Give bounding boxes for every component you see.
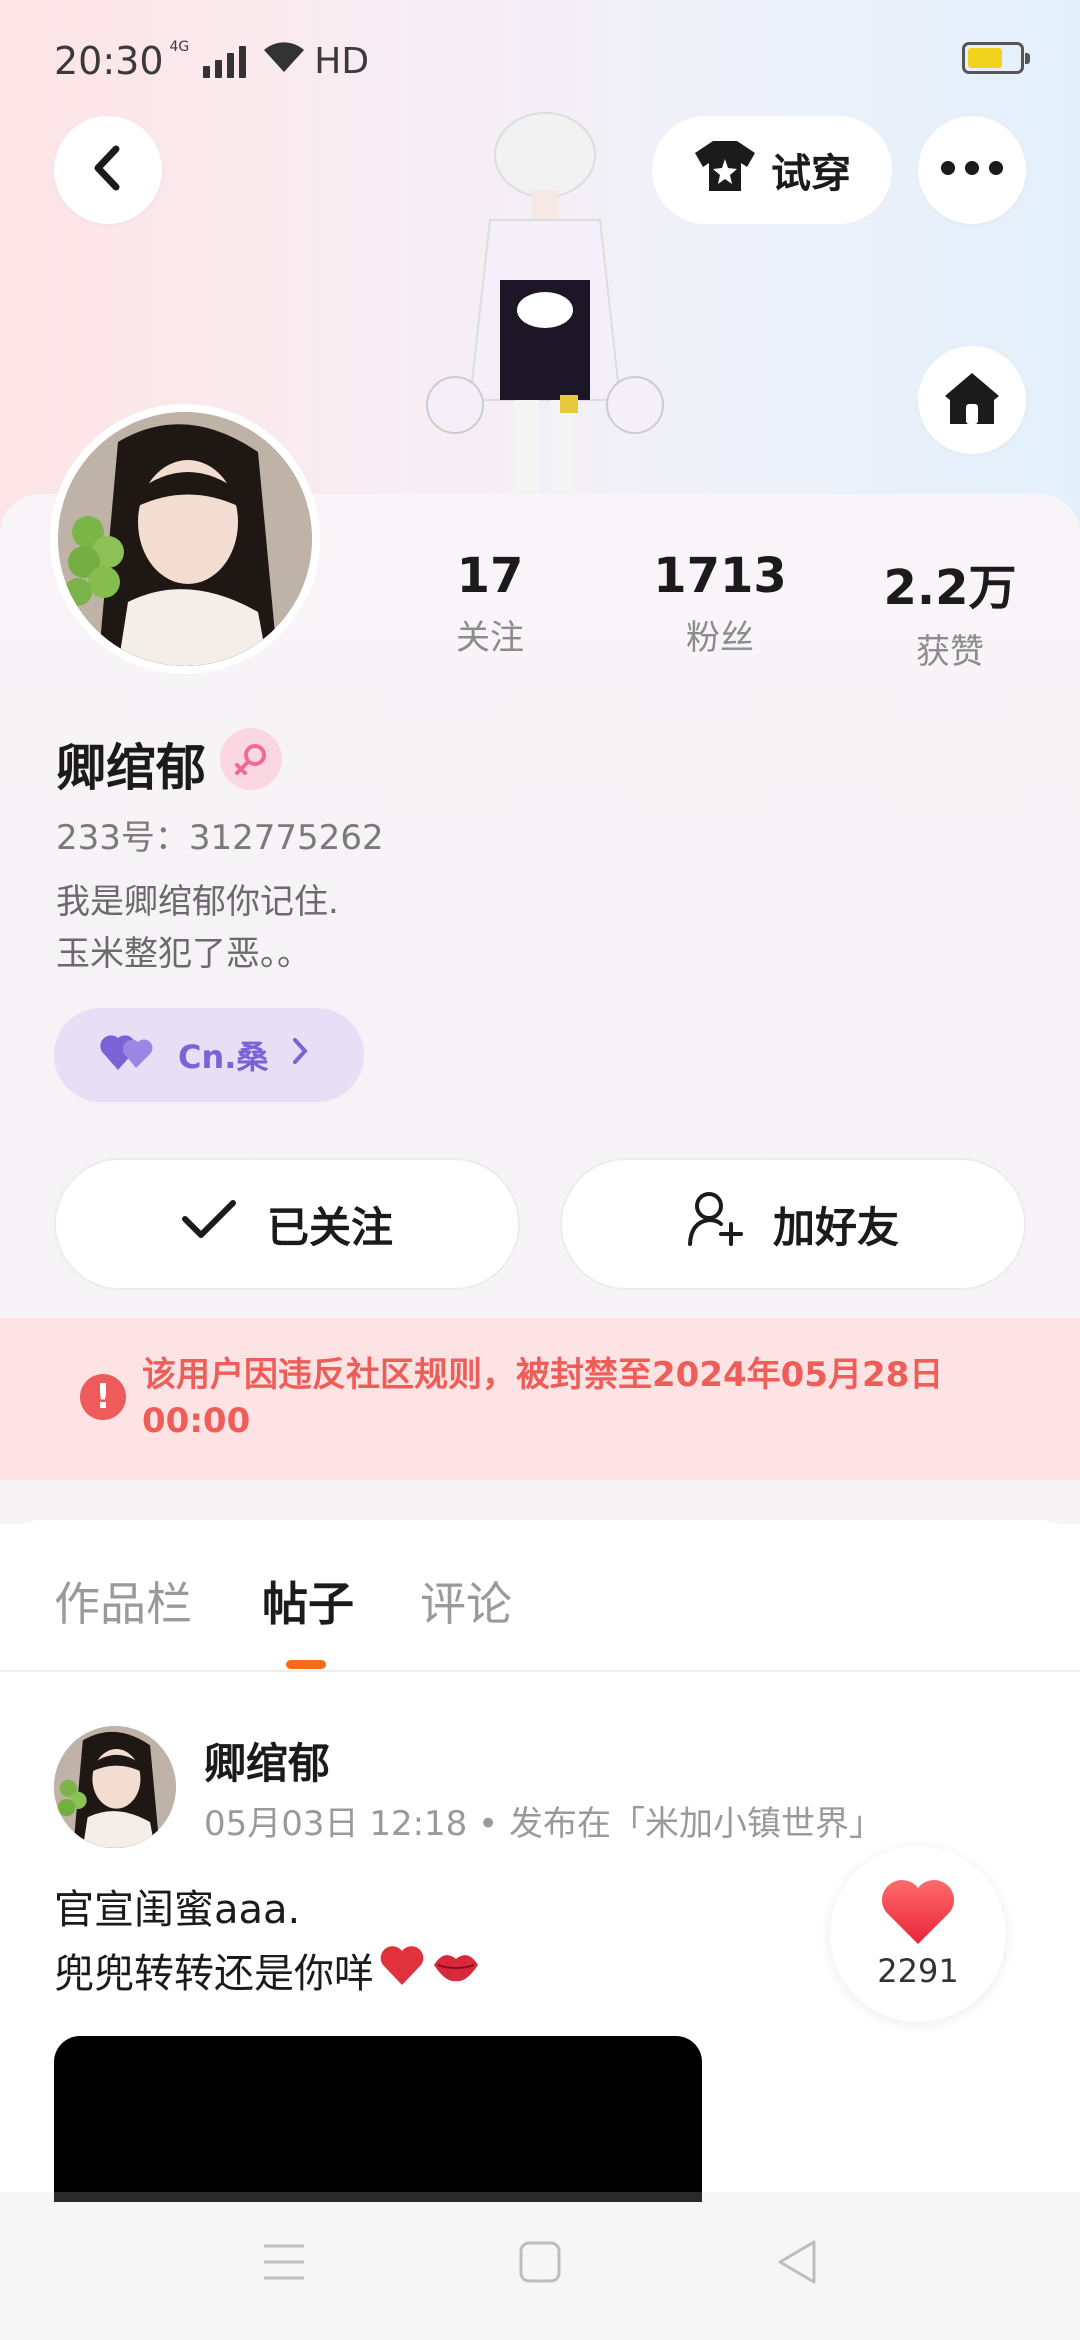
tab-works[interactable]: 作品栏 xyxy=(54,1568,192,1634)
post-image-edge xyxy=(54,2192,702,2202)
wifi-icon xyxy=(262,39,306,83)
stat-likes-label: 获赞 xyxy=(916,632,984,672)
tab-comments[interactable]: 评论 xyxy=(420,1568,512,1634)
profile-id: 233号：312775262 xyxy=(56,818,384,858)
post-author-name[interactable]: 卿绾郁 xyxy=(204,1730,330,1791)
try-on-button[interactable]: 试穿 xyxy=(652,116,892,224)
square-icon[interactable] xyxy=(518,2240,562,2288)
post-content: 官宣闺蜜aaa. 兜兜转转还是你咩 xyxy=(54,1878,482,2006)
stat-likes[interactable]: 2.2万 获赞 xyxy=(850,548,1050,673)
followed-label: 已关注 xyxy=(266,1202,393,1252)
chevron-left-icon xyxy=(88,143,128,197)
followed-button[interactable]: 已关注 xyxy=(54,1158,520,1290)
try-on-label: 试穿 xyxy=(771,151,851,197)
like-button[interactable]: 2291 xyxy=(830,1846,1006,2022)
stat-followers-count: 1713 xyxy=(653,548,787,604)
profile-name: 卿绾郁 xyxy=(56,739,206,797)
post-line: 官宣闺蜜aaa. xyxy=(54,1887,301,1933)
ban-notice-text: 该用户因违反社区规则，被封禁至2024年05月28日00:00 xyxy=(142,1355,944,1441)
stat-following-count: 17 xyxy=(456,548,524,604)
like-count: 2291 xyxy=(877,1952,959,1990)
stat-following[interactable]: 17 关注 xyxy=(390,548,590,659)
profile-bio: 我是卿绾郁你记住. 玉米整犯了恶。。 xyxy=(56,876,339,980)
add-user-icon xyxy=(687,1190,743,1258)
profile-avatar[interactable] xyxy=(50,404,320,674)
post-line: 兜兜转转还是你咩 xyxy=(54,1951,374,1997)
home-icon xyxy=(942,370,1002,430)
kiss-lips-emoji-icon xyxy=(430,1942,482,2006)
status-bar: 20:30 4G HD xyxy=(54,36,369,86)
more-dots-icon xyxy=(940,160,1004,180)
post-author-avatar[interactable] xyxy=(54,1726,176,1848)
status-time: 20:30 xyxy=(54,39,164,83)
stat-following-label: 关注 xyxy=(456,618,524,658)
character-avatar-image xyxy=(420,100,670,500)
active-tab-indicator xyxy=(286,1660,326,1669)
ban-notice: ! 该用户因违反社区规则，被封禁至2024年05月28日00:00 xyxy=(0,1318,1080,1480)
avatar-photo xyxy=(58,412,312,666)
tab-posts[interactable]: 帖子 xyxy=(262,1568,354,1634)
alert-icon: ! xyxy=(80,1374,126,1420)
triangle-back-icon[interactable] xyxy=(774,2238,818,2290)
add-friend-button[interactable]: 加好友 xyxy=(560,1158,1026,1290)
bio-line: 我是卿绾郁你记住. xyxy=(56,882,339,922)
add-friend-label: 加好友 xyxy=(772,1202,899,1252)
tab-divider xyxy=(0,1670,1080,1672)
red-heart-emoji-icon xyxy=(378,1942,426,2006)
stat-followers-label: 粉丝 xyxy=(686,618,754,658)
signal-icon xyxy=(203,44,247,78)
system-nav-bar xyxy=(0,2192,1080,2340)
tshirt-icon xyxy=(693,137,757,203)
more-button[interactable] xyxy=(918,116,1026,224)
stat-followers[interactable]: 1713 粉丝 xyxy=(620,548,820,659)
stat-likes-count: 2.2万 xyxy=(883,560,1017,616)
heart-icon xyxy=(100,1030,156,1080)
relationship-tag-label: Cn.桑 xyxy=(178,1038,269,1076)
relationship-tag[interactable]: Cn.桑 xyxy=(54,1008,364,1102)
chevron-right-icon xyxy=(290,1036,310,1074)
menu-icon[interactable] xyxy=(262,2242,306,2286)
network-type: 4G xyxy=(169,39,190,55)
check-icon xyxy=(181,1197,237,1251)
bio-line: 玉米整犯了恶。。 xyxy=(56,934,311,974)
female-icon xyxy=(220,728,282,790)
heart-icon xyxy=(879,1878,957,1950)
back-button[interactable] xyxy=(54,116,162,224)
home-button[interactable] xyxy=(918,346,1026,454)
post-meta: 05月03日 12:18 • 发布在「米加小镇世界」 xyxy=(204,1804,883,1844)
post-line-row: 兜兜转转还是你咩 xyxy=(54,1942,482,2006)
battery-icon xyxy=(962,42,1030,74)
hd-badge: HD xyxy=(314,40,370,82)
